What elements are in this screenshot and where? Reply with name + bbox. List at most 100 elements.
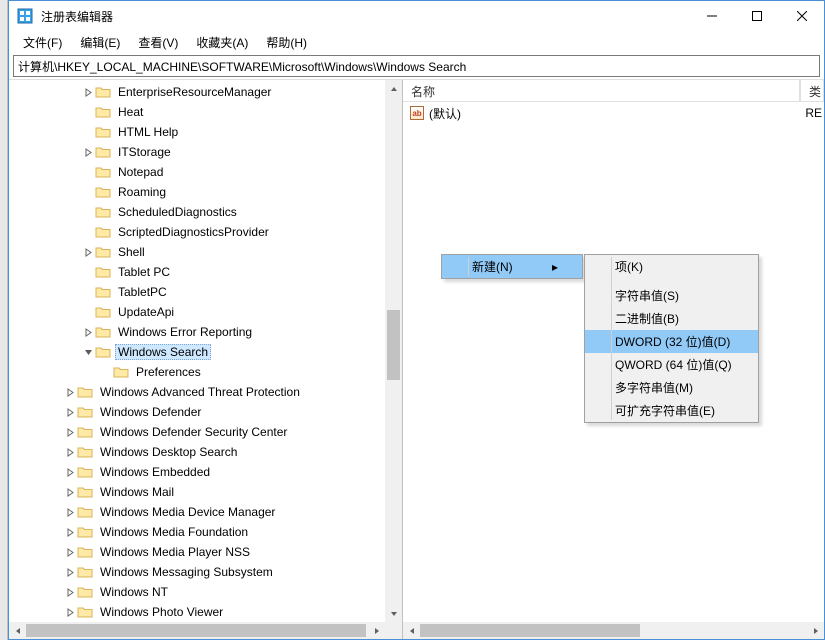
- scroll-up-icon[interactable]: [385, 80, 402, 97]
- menu-view[interactable]: 查看(V): [130, 32, 186, 53]
- tree-item[interactable]: Windows Messaging Subsystem: [9, 562, 402, 582]
- chevron-right-icon[interactable]: [81, 145, 95, 159]
- scroll-left-icon[interactable]: [9, 622, 26, 639]
- expander-none: [99, 365, 113, 379]
- menu-edit[interactable]: 编辑(E): [72, 32, 128, 53]
- tree-item[interactable]: Windows Media Player NSS: [9, 542, 402, 562]
- tree-item[interactable]: ScheduledDiagnostics: [9, 202, 402, 222]
- tree-item[interactable]: Windows Embedded: [9, 462, 402, 482]
- scrollbar-thumb[interactable]: [387, 310, 400, 380]
- tree-vertical-scrollbar[interactable]: [385, 80, 402, 622]
- tree-item[interactable]: Windows Media Device Manager: [9, 502, 402, 522]
- value-name: (默认): [429, 105, 461, 122]
- tree-item[interactable]: Heat: [9, 102, 402, 122]
- menu-file[interactable]: 文件(F): [15, 32, 70, 53]
- scroll-right-icon[interactable]: [807, 622, 824, 639]
- tree-item[interactable]: Roaming: [9, 182, 402, 202]
- titlebar[interactable]: 注册表编辑器: [9, 1, 824, 31]
- chevron-right-icon[interactable]: [63, 385, 77, 399]
- menu-item-label: DWORD (32 位)值(D): [615, 333, 730, 350]
- chevron-right-icon[interactable]: [63, 465, 77, 479]
- column-data-partial: RE: [805, 106, 822, 120]
- chevron-right-icon[interactable]: [63, 405, 77, 419]
- tree-item[interactable]: ITStorage: [9, 142, 402, 162]
- tree-item[interactable]: Windows Error Reporting: [9, 322, 402, 342]
- tree-item[interactable]: Windows Defender Security Center: [9, 422, 402, 442]
- address-bar[interactable]: 计算机\HKEY_LOCAL_MACHINE\SOFTWARE\Microsof…: [13, 55, 820, 77]
- chevron-down-icon[interactable]: [81, 345, 95, 359]
- tree-item[interactable]: EnterpriseResourceManager: [9, 82, 402, 102]
- chevron-right-icon[interactable]: [63, 585, 77, 599]
- chevron-right-icon[interactable]: [63, 565, 77, 579]
- tree-item-label: Heat: [115, 104, 146, 120]
- chevron-right-icon[interactable]: [63, 445, 77, 459]
- tree-item-label: Windows NT: [97, 584, 171, 600]
- maximize-button[interactable]: [734, 1, 779, 31]
- window-title: 注册表编辑器: [41, 8, 689, 25]
- column-name[interactable]: 名称: [403, 80, 800, 101]
- tree-item[interactable]: Windows Desktop Search: [9, 442, 402, 462]
- tree-item-label: Windows Media Player NSS: [97, 544, 253, 560]
- context-menu[interactable]: 新建(N) ▸: [441, 254, 583, 279]
- chevron-right-icon[interactable]: [63, 425, 77, 439]
- menu-item-label: QWORD (64 位)值(Q): [615, 356, 732, 373]
- folder-icon: [77, 545, 93, 559]
- tree-item[interactable]: Windows NT: [9, 582, 402, 602]
- scrollbar-thumb[interactable]: [420, 624, 640, 637]
- list-row[interactable]: ab (默认): [403, 104, 824, 122]
- menu-help[interactable]: 帮助(H): [258, 32, 315, 53]
- expander-none: [81, 105, 95, 119]
- context-submenu-new[interactable]: 项(K) 字符串值(S) 二进制值(B) DWORD (32 位)值(D) QW…: [584, 254, 759, 423]
- menu-favorites[interactable]: 收藏夹(A): [188, 32, 256, 53]
- tree[interactable]: EnterpriseResourceManager Heat HTML HelpIT…: [9, 80, 402, 624]
- folder-icon: [95, 105, 111, 119]
- folder-icon: [77, 505, 93, 519]
- tree-item[interactable]: Preferences: [9, 362, 402, 382]
- scroll-corner: [385, 622, 402, 639]
- chevron-right-icon[interactable]: [81, 325, 95, 339]
- tree-item-label: TabletPC: [115, 284, 170, 300]
- list-body[interactable]: ab (默认): [403, 102, 824, 124]
- folder-icon: [95, 205, 111, 219]
- tree-item[interactable]: Windows Mail: [9, 482, 402, 502]
- tree-item[interactable]: ScriptedDiagnosticsProvider: [9, 222, 402, 242]
- chevron-right-icon[interactable]: [81, 85, 95, 99]
- tree-item[interactable]: Windows Photo Viewer: [9, 602, 402, 622]
- menu-item-new[interactable]: 新建(N) ▸: [442, 255, 582, 278]
- chevron-right-icon[interactable]: [63, 485, 77, 499]
- tree-item-label: Windows Photo Viewer: [97, 604, 226, 620]
- scroll-down-icon[interactable]: [385, 605, 402, 622]
- scrollbar-thumb[interactable]: [26, 624, 366, 637]
- chevron-right-icon[interactable]: [81, 245, 95, 259]
- chevron-right-icon[interactable]: [63, 525, 77, 539]
- chevron-right-icon[interactable]: [63, 605, 77, 619]
- tree-item[interactable]: TabletPC: [9, 282, 402, 302]
- tree-item-label: Windows Search: [115, 344, 211, 360]
- scroll-right-icon[interactable]: [368, 622, 385, 639]
- list-horizontal-scrollbar[interactable]: [403, 622, 824, 639]
- tree-item[interactable]: UpdateApi: [9, 302, 402, 322]
- close-button[interactable]: [779, 1, 824, 31]
- tree-item[interactable]: Notepad: [9, 162, 402, 182]
- tree-item[interactable]: Shell: [9, 242, 402, 262]
- tree-item-label: Windows Defender: [97, 404, 204, 420]
- tree-item-label: UpdateApi: [115, 304, 177, 320]
- chevron-right-icon[interactable]: [63, 505, 77, 519]
- list-header[interactable]: 名称 类: [403, 80, 824, 102]
- minimize-button[interactable]: [689, 1, 734, 31]
- tree-item[interactable]: Windows Media Foundation: [9, 522, 402, 542]
- tree-item[interactable]: Windows Search: [9, 342, 402, 362]
- tree-item-label: Shell: [115, 244, 148, 260]
- chevron-right-icon[interactable]: [63, 545, 77, 559]
- folder-icon: [95, 85, 111, 99]
- tree-item[interactable]: Windows Defender: [9, 402, 402, 422]
- folder-icon: [113, 365, 129, 379]
- scroll-left-icon[interactable]: [403, 622, 420, 639]
- tree-item[interactable]: Tablet PC: [9, 262, 402, 282]
- tree-item[interactable]: Windows Advanced Threat Protection: [9, 382, 402, 402]
- tree-item[interactable]: HTML Help: [9, 122, 402, 142]
- tree-horizontal-scrollbar[interactable]: [9, 622, 385, 639]
- expander-none: [81, 225, 95, 239]
- expander-none: [81, 125, 95, 139]
- column-type[interactable]: 类: [800, 80, 824, 101]
